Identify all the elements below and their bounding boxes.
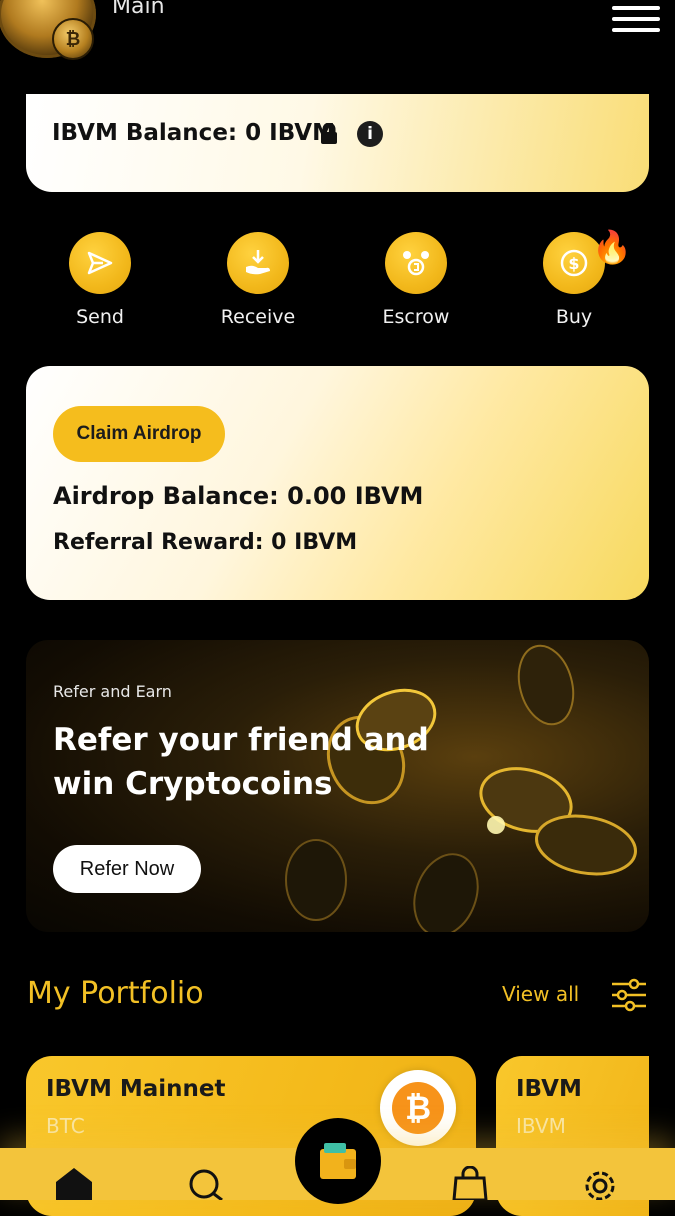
send-label: Send: [76, 306, 124, 328]
receive-label: Receive: [220, 306, 296, 328]
send-icon: [69, 232, 131, 294]
asset-name: IBVM Mainnet: [46, 1076, 226, 1102]
lock-icon: [321, 123, 337, 144]
menu-bar: [612, 17, 660, 21]
bitcoin-glyph: ₿: [392, 1082, 444, 1134]
asset-name: IBVM: [516, 1076, 582, 1102]
view-all-link[interactable]: View all: [502, 982, 579, 1006]
search-icon[interactable]: [184, 1166, 228, 1200]
claim-airdrop-button[interactable]: Claim Airdrop: [53, 406, 225, 462]
svg-text:$: $: [568, 254, 579, 273]
buy-label: Buy: [555, 306, 593, 328]
fire-icon: 🔥: [592, 228, 632, 266]
home-icon[interactable]: [52, 1166, 96, 1200]
airdrop-balance: Airdrop Balance: 0.00 IBVM: [53, 482, 424, 510]
refer-now-button[interactable]: Refer Now: [53, 845, 201, 893]
refer-and-earn-label: Refer and Earn: [53, 682, 172, 701]
wallet-button[interactable]: [295, 1118, 381, 1204]
ibvm-balance: IBVM Balance: 0 IBVM: [52, 120, 335, 146]
referral-reward: Referral Reward: 0 IBVM: [53, 530, 358, 555]
shopping-bag-icon[interactable]: [448, 1166, 492, 1200]
page-title: Main: [112, 0, 165, 19]
wallet-icon: [320, 1143, 356, 1179]
hamburger-menu-button[interactable]: [612, 6, 660, 32]
asset-symbol: IBVM: [516, 1114, 566, 1138]
bitcoin-icon: ₿: [380, 1070, 456, 1146]
portfolio-title: My Portfolio: [27, 976, 204, 1011]
escrow-label: Escrow: [382, 306, 450, 328]
escrow-button[interactable]: Escrow: [346, 232, 486, 328]
logo-badge: ₿: [52, 18, 94, 60]
receive-icon: [227, 232, 289, 294]
menu-bar: [612, 6, 660, 10]
asset-symbol: BTC: [46, 1114, 85, 1138]
send-button[interactable]: Send: [30, 232, 170, 328]
receive-button[interactable]: Receive: [188, 232, 328, 328]
escrow-icon: [385, 232, 447, 294]
menu-bar: [612, 28, 660, 32]
refer-headline: Refer your friend and win Cryptocoins: [53, 722, 429, 802]
settings-gear-icon[interactable]: [578, 1166, 622, 1200]
filter-sliders-icon[interactable]: [610, 978, 648, 1012]
info-icon[interactable]: i: [357, 121, 383, 147]
